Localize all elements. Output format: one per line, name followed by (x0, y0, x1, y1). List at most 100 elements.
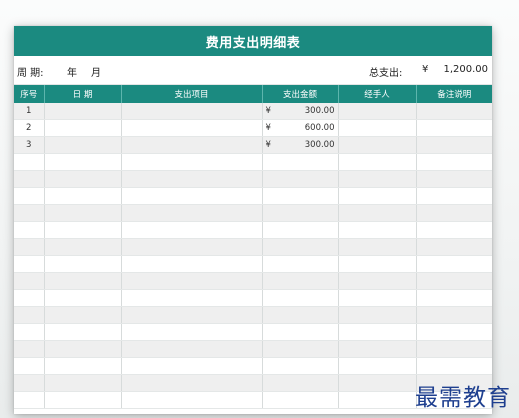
cell-date[interactable] (43, 103, 121, 120)
cell-date[interactable] (43, 323, 121, 341)
cell-remarks[interactable] (415, 289, 492, 307)
cell-handler[interactable] (337, 153, 416, 171)
cell-expense-item[interactable] (120, 204, 262, 222)
cell-serial-number[interactable] (14, 289, 44, 307)
cell-expense-amount[interactable] (261, 340, 338, 358)
cell-handler[interactable] (337, 136, 416, 154)
cell-remarks[interactable] (415, 119, 492, 137)
cell-date[interactable] (43, 187, 121, 205)
cell-serial-number[interactable] (14, 357, 44, 375)
cell-serial-number[interactable] (14, 221, 44, 239)
cell-expense-item[interactable] (120, 357, 262, 375)
cell-serial-number[interactable] (14, 204, 44, 222)
cell-expense-amount[interactable]: ¥300.00 (261, 136, 338, 154)
cell-expense-amount[interactable] (261, 204, 338, 222)
cell-serial-number[interactable]: 1 (14, 103, 44, 120)
cell-expense-amount[interactable] (261, 272, 338, 290)
cell-handler[interactable] (337, 103, 416, 120)
cell-remarks[interactable] (415, 357, 492, 375)
cell-handler[interactable] (337, 340, 416, 358)
cell-date[interactable] (43, 136, 121, 154)
cell-serial-number[interactable] (14, 306, 44, 324)
cell-date[interactable] (43, 170, 121, 188)
cell-expense-item[interactable] (120, 221, 262, 239)
cell-serial-number[interactable] (14, 374, 44, 392)
cell-date[interactable] (43, 391, 121, 409)
cell-expense-amount[interactable] (261, 323, 338, 341)
cell-handler[interactable] (337, 238, 416, 256)
cell-handler[interactable] (337, 221, 416, 239)
cell-serial-number[interactable] (14, 153, 44, 171)
cell-serial-number[interactable] (14, 187, 44, 205)
cell-remarks[interactable] (415, 255, 492, 273)
cell-remarks[interactable] (415, 221, 492, 239)
cell-expense-item[interactable] (120, 306, 262, 324)
cell-remarks[interactable] (415, 187, 492, 205)
cell-serial-number[interactable] (14, 255, 44, 273)
cell-handler[interactable] (337, 170, 416, 188)
cell-remarks[interactable] (415, 323, 492, 341)
cell-expense-item[interactable] (120, 153, 262, 171)
cell-remarks[interactable] (415, 238, 492, 256)
cell-date[interactable] (43, 289, 121, 307)
cell-expense-amount[interactable] (261, 153, 338, 171)
cell-remarks[interactable] (415, 103, 492, 120)
cell-expense-amount[interactable]: ¥600.00 (261, 119, 338, 137)
cell-expense-item[interactable] (120, 187, 262, 205)
cell-handler[interactable] (337, 187, 416, 205)
cell-serial-number[interactable]: 3 (14, 136, 44, 154)
cell-date[interactable] (43, 153, 121, 171)
cell-serial-number[interactable]: 2 (14, 119, 44, 137)
cell-expense-item[interactable] (120, 136, 262, 154)
cell-date[interactable] (43, 272, 121, 290)
cell-handler[interactable] (337, 391, 416, 409)
cell-handler[interactable] (337, 357, 416, 375)
cell-expense-amount[interactable] (261, 187, 338, 205)
cell-serial-number[interactable] (14, 272, 44, 290)
cell-handler[interactable] (337, 272, 416, 290)
cell-remarks[interactable] (415, 204, 492, 222)
month-label[interactable]: 月 (91, 64, 101, 79)
cell-date[interactable] (43, 119, 121, 137)
cell-expense-item[interactable] (120, 119, 262, 137)
cell-expense-item[interactable] (120, 255, 262, 273)
cell-expense-item[interactable] (120, 340, 262, 358)
cell-expense-amount[interactable]: ¥300.00 (261, 103, 338, 120)
cell-handler[interactable] (337, 119, 416, 137)
cell-handler[interactable] (337, 204, 416, 222)
cell-handler[interactable] (337, 255, 416, 273)
cell-date[interactable] (43, 255, 121, 273)
cell-date[interactable] (43, 238, 121, 256)
cell-expense-item[interactable] (120, 103, 262, 120)
cell-handler[interactable] (337, 306, 416, 324)
cell-expense-amount[interactable] (261, 238, 338, 256)
cell-expense-amount[interactable] (261, 221, 338, 239)
cell-date[interactable] (43, 357, 121, 375)
cell-remarks[interactable] (415, 306, 492, 324)
cell-expense-item[interactable] (120, 289, 262, 307)
cell-handler[interactable] (337, 374, 416, 392)
cell-expense-item[interactable] (120, 272, 262, 290)
cell-expense-amount[interactable] (261, 170, 338, 188)
cell-remarks[interactable] (415, 153, 492, 171)
cell-expense-amount[interactable] (261, 289, 338, 307)
cell-expense-amount[interactable] (261, 306, 338, 324)
cell-expense-amount[interactable] (261, 255, 338, 273)
cell-expense-item[interactable] (120, 374, 262, 392)
cell-remarks[interactable] (415, 340, 492, 358)
cell-serial-number[interactable] (14, 170, 44, 188)
cell-serial-number[interactable] (14, 391, 44, 409)
cell-date[interactable] (43, 340, 121, 358)
cell-date[interactable] (43, 204, 121, 222)
cell-date[interactable] (43, 306, 121, 324)
cell-expense-amount[interactable] (261, 374, 338, 392)
cell-expense-item[interactable] (120, 323, 262, 341)
cell-expense-amount[interactable] (261, 391, 338, 409)
cell-date[interactable] (43, 374, 121, 392)
cell-expense-item[interactable] (120, 391, 262, 409)
cell-handler[interactable] (337, 323, 416, 341)
cell-date[interactable] (43, 221, 121, 239)
cell-serial-number[interactable] (14, 323, 44, 341)
cell-remarks[interactable] (415, 170, 492, 188)
cell-expense-item[interactable] (120, 238, 262, 256)
